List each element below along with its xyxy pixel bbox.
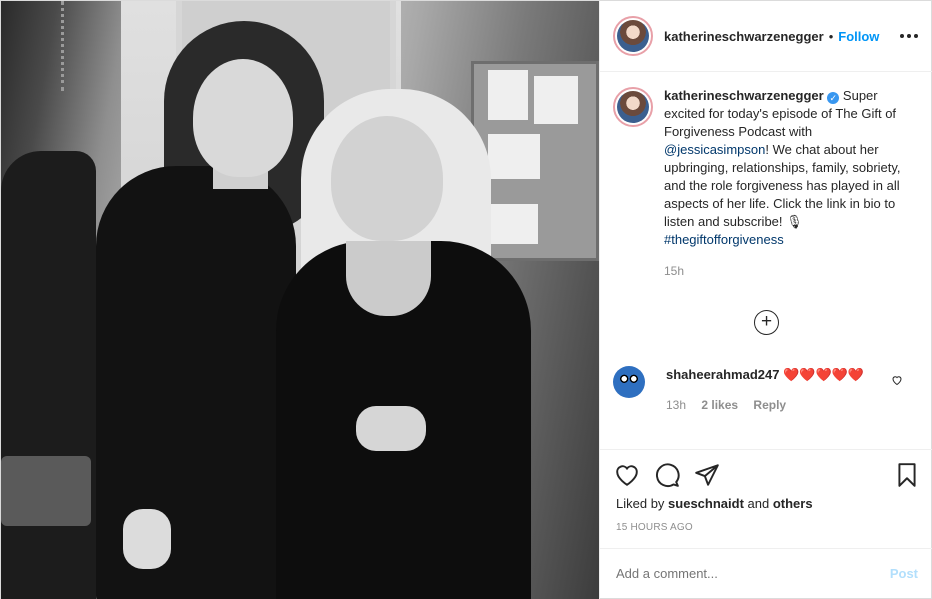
- comment-reply-button[interactable]: Reply: [753, 398, 786, 412]
- verified-badge-icon: ✓: [827, 92, 840, 104]
- microphone-icon: 🎙: [786, 214, 803, 229]
- author-username[interactable]: katherineschwarzenegger: [664, 29, 824, 44]
- comment-text: ❤️❤️❤️❤️❤️: [783, 367, 865, 382]
- photo-woman2-neckline: [346, 241, 431, 316]
- share-paper-plane-icon[interactable]: [694, 462, 720, 488]
- commenter-avatar[interactable]: [613, 366, 645, 398]
- comment-bubble-icon[interactable]: [654, 462, 680, 488]
- follow-button[interactable]: Follow: [838, 29, 879, 44]
- caption-username[interactable]: katherineschwarzenegger: [664, 88, 824, 103]
- post-comment-button[interactable]: Post: [890, 566, 918, 581]
- hashtag-link[interactable]: #thegiftofforgiveness: [664, 232, 784, 247]
- liked-user-link[interactable]: sueschnaidt: [668, 496, 744, 511]
- caption-block: katherineschwarzenegger ✓ Super excited …: [600, 72, 932, 280]
- separator-dot: •: [828, 28, 834, 44]
- action-icons: [614, 462, 720, 488]
- liked-prefix: Liked by: [616, 496, 669, 511]
- author-avatar[interactable]: [613, 16, 653, 56]
- post-sidebar: katherineschwarzenegger • Follow katheri…: [599, 1, 932, 599]
- save-bookmark-icon[interactable]: [894, 462, 920, 488]
- comment-likes[interactable]: 2 likes: [701, 398, 738, 412]
- commenter-username[interactable]: shaheerahmad247: [666, 367, 779, 382]
- post-timestamp[interactable]: 15 HOURS AGO: [616, 522, 693, 533]
- post-actions: Liked by sueschnaidt and others 15 HOURS…: [600, 449, 932, 599]
- photo-woman2-face: [331, 116, 443, 241]
- photo-handbag: [1, 456, 91, 526]
- comment-time: 13h: [666, 398, 687, 412]
- post-header: katherineschwarzenegger • Follow: [600, 1, 932, 72]
- photo-woman1-face: [193, 59, 293, 177]
- photo-woman1-hand: [123, 509, 171, 569]
- caption-avatar[interactable]: [613, 87, 653, 127]
- add-comment-bar: Post: [600, 548, 932, 599]
- photo-woman2-hand: [356, 406, 426, 451]
- instagram-post: katherineschwarzenegger • Follow katheri…: [0, 0, 932, 599]
- liked-and: and: [743, 496, 773, 511]
- load-more-comments-icon[interactable]: +: [754, 310, 779, 335]
- like-heart-icon[interactable]: [614, 462, 640, 488]
- comment-like-heart-icon[interactable]: [891, 374, 903, 386]
- comment-body: shaheerahmad247 ❤️❤️❤️❤️❤️ 13h 2 likes R…: [666, 366, 886, 414]
- photo-garland: [61, 1, 87, 91]
- comment-item: shaheerahmad247 ❤️❤️❤️❤️❤️ 13h 2 likes R…: [613, 366, 923, 414]
- comment-meta: 13h 2 likes Reply: [666, 396, 886, 414]
- photo-person-left: [1, 151, 96, 599]
- comment-input[interactable]: [616, 566, 866, 581]
- mention-link[interactable]: @jessicasimpson: [664, 142, 765, 157]
- caption-time: 15h: [664, 264, 685, 278]
- liked-others-link[interactable]: others: [773, 496, 813, 511]
- more-options-icon[interactable]: [900, 27, 918, 45]
- caption-text: katherineschwarzenegger ✓ Super excited …: [664, 87, 914, 280]
- post-photo[interactable]: [1, 1, 599, 599]
- liked-by: Liked by sueschnaidt and others: [616, 496, 813, 511]
